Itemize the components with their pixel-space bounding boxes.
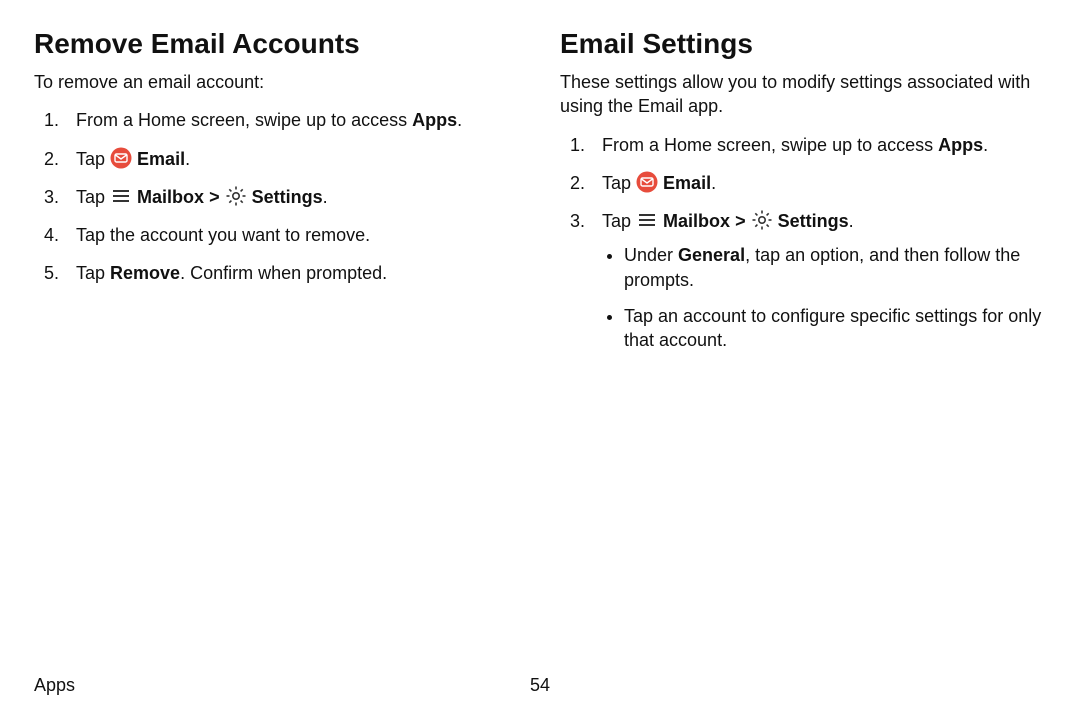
page-footer: Apps 54 [34, 675, 1046, 696]
list-item: Tap Mailbox > Settings. [34, 185, 520, 209]
list-item: Tap an account to configure specific set… [624, 304, 1046, 353]
right-intro: These settings allow you to modify setti… [560, 70, 1046, 119]
list-item: Under General, tap an option, and then f… [624, 243, 1046, 292]
right-column: Email Settings These settings allow you … [560, 28, 1046, 367]
right-substeps: Under General, tap an option, and then f… [602, 243, 1046, 352]
email-icon [636, 171, 658, 193]
page-number: 54 [530, 675, 550, 696]
list-item: Tap Remove. Confirm when prompted. [34, 261, 520, 285]
footer-section: Apps [34, 675, 75, 695]
list-item: Tap Email. [560, 171, 1046, 195]
list-item: Tap Mailbox > Settings. Under General, t… [560, 209, 1046, 352]
list-item: Tap Email. [34, 147, 520, 171]
list-item: Tap the account you want to remove. [34, 223, 520, 247]
right-heading: Email Settings [560, 28, 1046, 60]
list-item: From a Home screen, swipe up to access A… [34, 108, 520, 132]
email-icon [110, 147, 132, 169]
left-column: Remove Email Accounts To remove an email… [34, 28, 520, 367]
hamburger-icon [636, 209, 658, 231]
right-steps: From a Home screen, swipe up to access A… [560, 133, 1046, 353]
gear-icon [751, 209, 773, 231]
list-item: From a Home screen, swipe up to access A… [560, 133, 1046, 157]
left-steps: From a Home screen, swipe up to access A… [34, 108, 520, 285]
left-intro: To remove an email account: [34, 70, 520, 94]
gear-icon [225, 185, 247, 207]
hamburger-icon [110, 185, 132, 207]
left-heading: Remove Email Accounts [34, 28, 520, 60]
